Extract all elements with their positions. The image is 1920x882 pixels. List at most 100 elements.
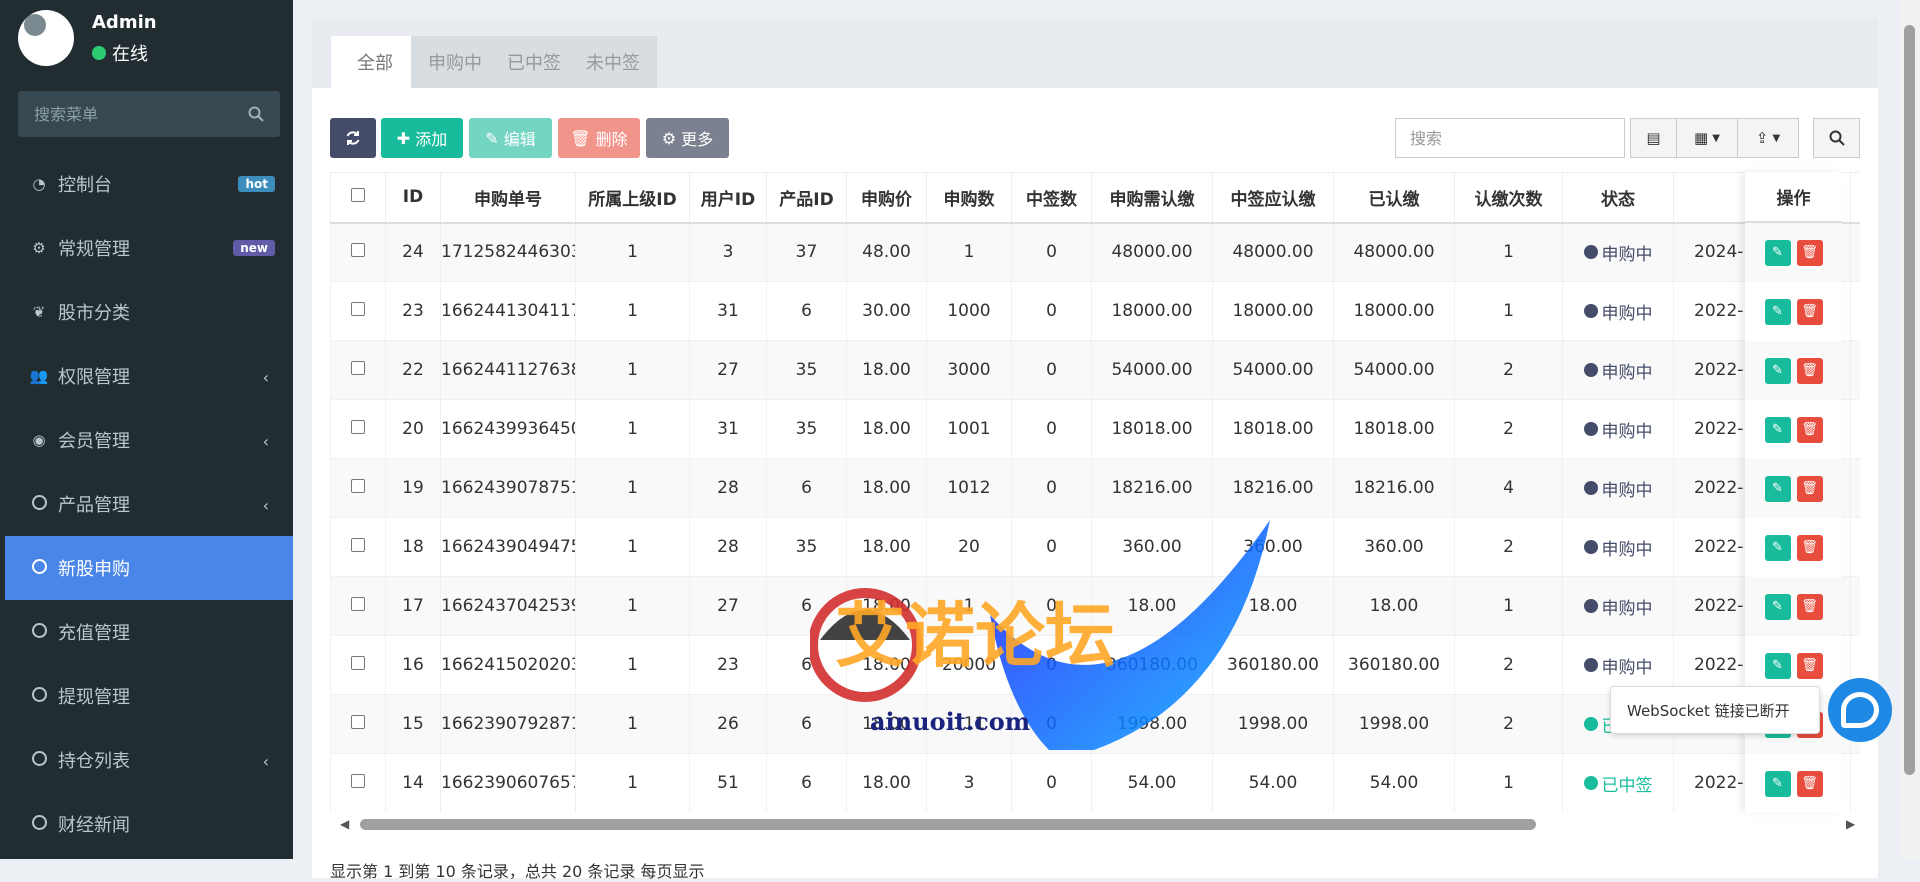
avatar[interactable]: [18, 10, 74, 66]
pencil-icon: ✎: [1772, 363, 1783, 378]
sidebar-item-3[interactable]: 👥 权限管理 ‹: [0, 344, 293, 408]
row-edit-button[interactable]: ✎: [1764, 770, 1791, 797]
column-header[interactable]: 所属上级ID: [575, 172, 690, 224]
sidebar-item-6[interactable]: 新股申购: [5, 536, 293, 600]
row-checkbox[interactable]: [351, 538, 365, 552]
column-header[interactable]: 认缴次数: [1454, 172, 1563, 224]
vertical-scrollbar[interactable]: [1900, 0, 1920, 859]
cell-qty: 20: [926, 517, 1012, 577]
table-row[interactable]: 14 1662390607657 1 51 6 18.00 3 0 54.00 54.00 54.0…: [330, 753, 1860, 812]
trash-icon: 🗑: [1801, 540, 1818, 555]
delete-button[interactable]: 🗑 删除: [558, 118, 640, 158]
scroll-left-icon[interactable]: ◀: [340, 817, 349, 831]
row-checkbox[interactable]: [351, 361, 365, 375]
search-icon[interactable]: [248, 106, 264, 122]
row-delete-button[interactable]: 🗑: [1796, 239, 1823, 266]
cell-pid: 35: [766, 340, 847, 400]
column-header[interactable]: 产品ID: [766, 172, 847, 224]
cell-parent: 1: [575, 753, 690, 812]
sidebar-item-7[interactable]: 充值管理: [0, 600, 293, 664]
column-header[interactable]: 申购价: [846, 172, 927, 224]
row-delete-button[interactable]: 🗑: [1796, 770, 1823, 797]
column-header[interactable]: 中签数: [1011, 172, 1092, 224]
sidebar-item-0[interactable]: ◔ 控制台 hot: [0, 152, 293, 216]
table-row[interactable]: 23 1662441304117 1 31 6 30.00 1000 0 18000.00 180…: [330, 281, 1860, 341]
tab-2[interactable]: 已中签: [490, 36, 578, 88]
toggle-view-button[interactable]: ▤: [1630, 118, 1677, 158]
tab-1[interactable]: 申购中: [411, 36, 499, 88]
row-checkbox[interactable]: [351, 774, 365, 788]
cell-padding: [1850, 222, 1860, 282]
row-edit-button[interactable]: ✎: [1764, 239, 1791, 266]
row-delete-button[interactable]: 🗑: [1796, 298, 1823, 325]
row-edit-button[interactable]: ✎: [1764, 357, 1791, 384]
row-edit-button[interactable]: ✎: [1764, 652, 1791, 679]
select-all-checkbox[interactable]: [351, 188, 365, 203]
table-row[interactable]: 19 1662439078751 1 28 6 18.00 1012 0 18216.00 182…: [330, 458, 1860, 518]
table-row[interactable]: 20 1662439936450 1 31 35 18.00 1001 0 18018.00 18…: [330, 399, 1860, 459]
cell-pid: 6: [766, 281, 847, 341]
chat-button[interactable]: [1828, 678, 1892, 742]
column-header[interactable]: 申购单号: [440, 172, 576, 224]
row-checkbox[interactable]: [351, 656, 365, 670]
tab-0[interactable]: 全部: [331, 36, 419, 88]
columns-button[interactable]: ▦ ▼: [1676, 118, 1738, 158]
column-header[interactable]: 用户ID: [689, 172, 767, 224]
sidebar-item-5[interactable]: 产品管理 ‹: [0, 472, 293, 536]
export-button[interactable]: ⇪ ▼: [1737, 118, 1799, 158]
row-delete-button[interactable]: 🗑: [1796, 534, 1823, 561]
menu-search-input[interactable]: [34, 104, 234, 124]
cell-paid: 360.00: [1333, 517, 1455, 577]
column-header[interactable]: 申购需认缴: [1091, 172, 1213, 224]
sidebar-item-2[interactable]: ❦ 股市分类: [0, 280, 293, 344]
row-edit-button[interactable]: ✎: [1764, 298, 1791, 325]
table-search-input[interactable]: [1410, 128, 1610, 148]
column-header[interactable]: ID: [385, 172, 441, 224]
column-header[interactable]: 申购数: [926, 172, 1012, 224]
column-header[interactable]: 已认缴: [1333, 172, 1455, 224]
sidebar-item-1[interactable]: ⚙ 常规管理 new: [0, 216, 293, 280]
row-delete-button[interactable]: 🗑: [1796, 593, 1823, 620]
refresh-button[interactable]: [330, 118, 376, 158]
horizontal-scrollbar[interactable]: ◀ ▶: [330, 813, 1860, 833]
row-edit-button[interactable]: ✎: [1764, 534, 1791, 561]
sidebar-item-10[interactable]: 财经新闻: [0, 792, 293, 856]
row-delete-button[interactable]: 🗑: [1796, 416, 1823, 443]
row-checkbox[interactable]: [351, 302, 365, 316]
sidebar-item-8[interactable]: 提现管理: [0, 664, 293, 728]
search-button[interactable]: [1813, 118, 1860, 158]
toolbar: ✚添加 ✎编辑 🗑删除 ⚙更多 ▤ ▦▼ ⇪▼: [330, 118, 1860, 158]
sidebar-item-label: 持仓列表: [58, 751, 130, 772]
edit-button[interactable]: ✎ 编辑: [469, 118, 552, 158]
row-delete-button[interactable]: 🗑: [1796, 652, 1823, 679]
add-button[interactable]: ✚ 添加: [381, 118, 463, 158]
sidebar-item-9[interactable]: 持仓列表 ‹: [0, 728, 293, 792]
table-row[interactable]: 18 1662439049475 1 28 35 18.00 20 0 360.00 360.00…: [330, 517, 1860, 577]
column-header[interactable]: 中签应认缴: [1212, 172, 1334, 224]
row-checkbox[interactable]: [351, 420, 365, 434]
scroll-right-icon[interactable]: ▶: [1846, 817, 1855, 831]
horizontal-scroll-thumb[interactable]: [360, 819, 1536, 830]
table-row[interactable]: 24 1712582446303 1 3 37 48.00 1 0 48000.00 48000.…: [330, 222, 1860, 282]
tab-3[interactable]: 未中签: [569, 36, 657, 88]
cell-times: 1: [1454, 281, 1563, 341]
more-button[interactable]: ⚙ 更多: [646, 118, 729, 158]
vertical-scroll-thumb[interactable]: [1904, 25, 1915, 775]
cell-won: 0: [1011, 635, 1092, 695]
row-checkbox[interactable]: [351, 715, 365, 729]
table-row[interactable]: 17 1662437042539 1 27 6 18.00 1 0 18.00 18.00 18.0…: [330, 576, 1860, 636]
table-row[interactable]: 22 1662441127638 1 27 35 18.00 3000 0 54000.00 54…: [330, 340, 1860, 400]
row-edit-button[interactable]: ✎: [1764, 416, 1791, 443]
row-checkbox[interactable]: [351, 243, 365, 258]
cell-won: 0: [1011, 576, 1092, 636]
column-header[interactable]: 状态: [1562, 172, 1674, 224]
row-delete-button[interactable]: 🗑: [1796, 357, 1823, 384]
cell-price: 18.00: [846, 694, 927, 754]
cell-paid: 18.00: [1333, 576, 1455, 636]
row-checkbox[interactable]: [351, 597, 365, 611]
row-edit-button[interactable]: ✎: [1764, 593, 1791, 620]
row-delete-button[interactable]: 🗑: [1796, 475, 1823, 502]
row-checkbox[interactable]: [351, 479, 365, 493]
sidebar-item-4[interactable]: ◉ 会员管理 ‹: [0, 408, 293, 472]
row-edit-button[interactable]: ✎: [1764, 475, 1791, 502]
